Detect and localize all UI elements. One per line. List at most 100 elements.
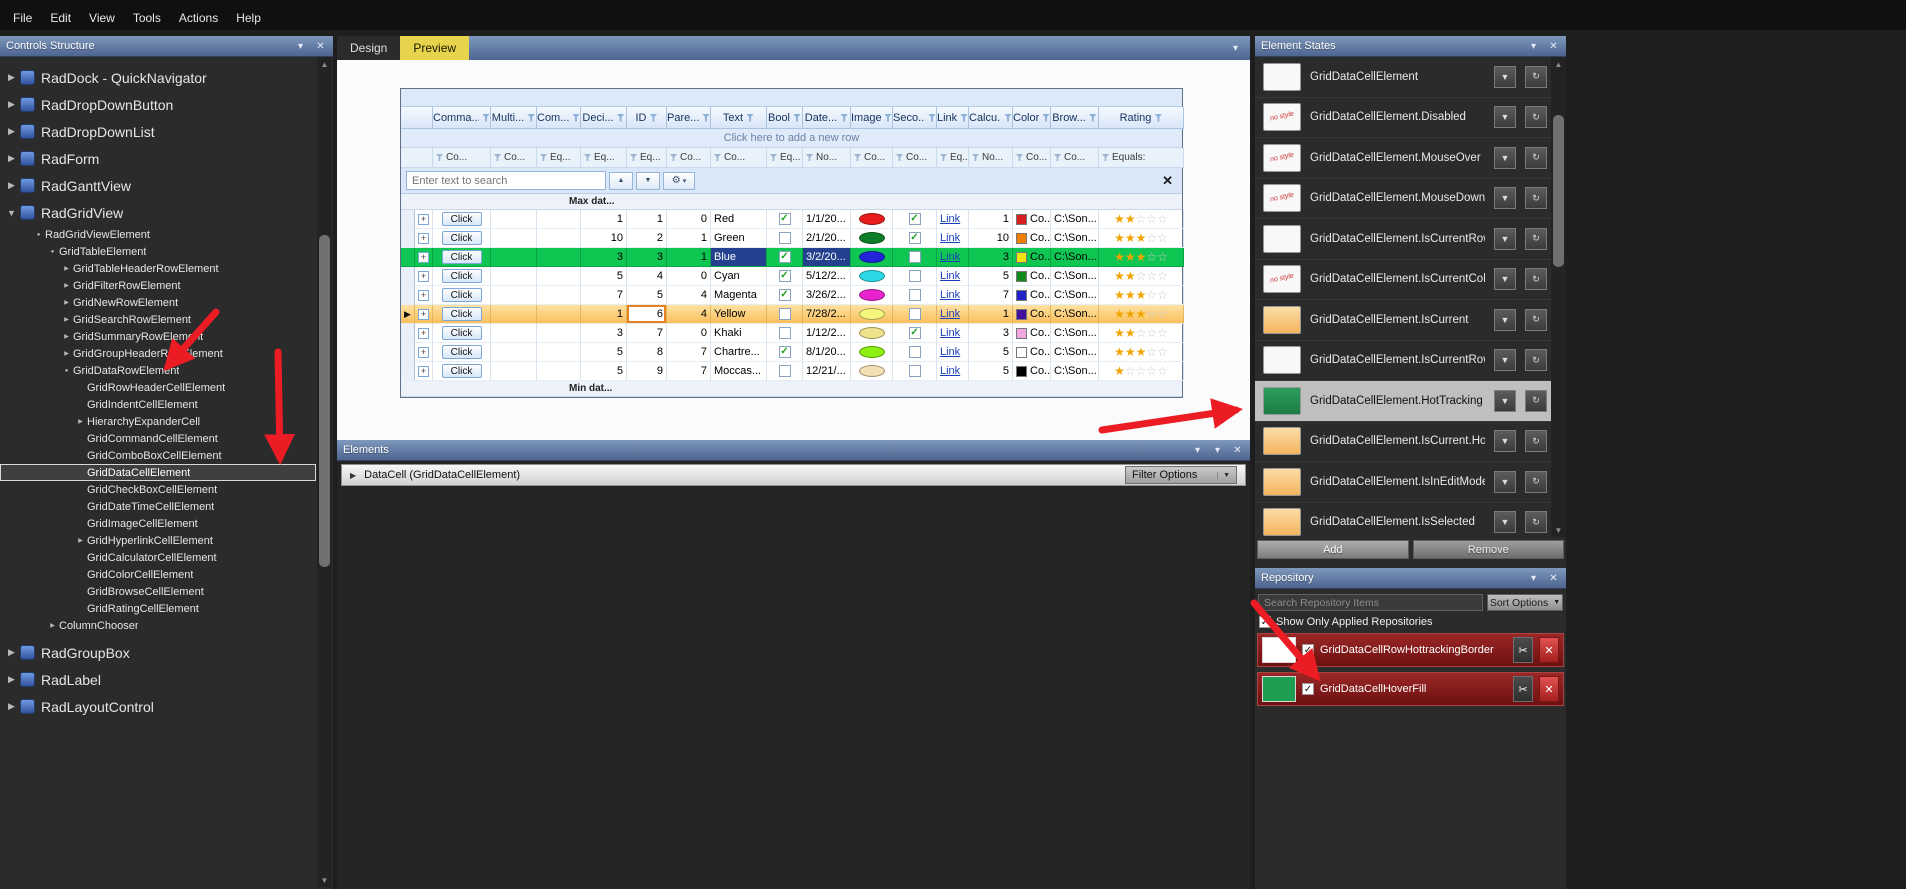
tree-item-gridfilterrowelement[interactable]: ▶ GridFilterRowElement [0, 277, 316, 294]
grid-row[interactable]: ▶ + Click 1 6 4 Yellow 7/28/2... Link 1 Co... C:\So… [401, 305, 1184, 324]
column-header-date[interactable]: Date... [803, 107, 851, 129]
click-button[interactable]: Click [441, 307, 482, 321]
grid-cell-calcu[interactable]: 5 [969, 343, 1013, 362]
grid-cell-seco[interactable] [893, 362, 937, 381]
grid-cell-id[interactable]: 4 [627, 267, 667, 286]
expander-expanded-icon[interactable]: ● [60, 368, 73, 374]
grid-cell-rating[interactable]: ★ ☆ ☆ ☆ ☆ [1099, 362, 1184, 381]
grid-cell-text[interactable]: Red [711, 210, 767, 229]
grid-cell-com[interactable] [537, 229, 581, 248]
repository-search-input[interactable] [1258, 594, 1483, 611]
rating-stars[interactable]: ★ ★ ★ ☆ ☆ [1114, 289, 1168, 301]
expander-collapsed-icon[interactable]: ▶ [60, 333, 73, 340]
checkbox-unchecked[interactable] [778, 232, 791, 244]
chevron-down-icon[interactable]: ▾ [294, 40, 307, 53]
tree-item-radganttview[interactable]: ▶ RadGanttView [0, 172, 316, 199]
state-item-griddatacellelement-mouseover[interactable]: no style GridDataCellElement.MouseOver ▼ ↻ [1255, 138, 1551, 179]
state-sync-button[interactable]: ↻ [1525, 389, 1547, 412]
link-cell-text[interactable]: Link [940, 270, 960, 282]
tree-item-gridcomboboxcellelement[interactable]: GridComboBoxCellElement [0, 447, 316, 464]
filter-cell-command[interactable]: Co... [433, 148, 491, 168]
grid-cell-image[interactable] [851, 305, 893, 324]
column-header-seco[interactable]: Seco... [893, 107, 937, 129]
link-cell-text[interactable]: Link [940, 251, 960, 263]
click-button[interactable]: Click [441, 212, 482, 226]
grid-cell-color[interactable]: Co... [1013, 343, 1051, 362]
checkbox-checked[interactable]: ✓ [908, 232, 921, 244]
remove-button[interactable]: Remove [1412, 540, 1564, 559]
grid-cell-multi[interactable] [491, 210, 537, 229]
grid-cell-calcu[interactable]: 7 [969, 286, 1013, 305]
tree-item-gridcommandcellelement[interactable]: GridCommandCellElement [0, 430, 316, 447]
expander-expanded-icon[interactable]: ● [46, 249, 59, 255]
grid-cell-bool[interactable]: ✓ [767, 248, 803, 267]
state-sync-button[interactable]: ↻ [1525, 308, 1547, 331]
grid-cell-image[interactable] [851, 267, 893, 286]
grid-cell-text[interactable]: Yellow [711, 305, 767, 324]
grid-cell-color[interactable]: Co... [1013, 362, 1051, 381]
grid-cell-color[interactable]: Co... [1013, 324, 1051, 343]
checkbox-unchecked[interactable] [778, 327, 791, 339]
tree-item-raddock-quicknavigator[interactable]: ▶ RadDock - QuickNavigator [0, 64, 316, 91]
row-header-cell[interactable] [401, 267, 415, 286]
filter-cell-id[interactable]: Eq... [627, 148, 667, 168]
search-options-button[interactable]: ⚙ ▾ [663, 171, 695, 190]
tree-item-gridcolorcellelement[interactable]: GridColorCellElement [0, 566, 316, 583]
grid-cell-bool[interactable] [767, 362, 803, 381]
filter-funnel-icon[interactable] [702, 113, 710, 122]
grid-cell-seco[interactable]: ✓ [893, 210, 937, 229]
state-sync-button[interactable]: ↻ [1525, 187, 1547, 210]
filter-cell-brow[interactable]: Co... [1051, 148, 1099, 168]
tree-item-radgroupbox[interactable]: ▶ RadGroupBox [0, 639, 316, 666]
grid-cell-date[interactable]: 8/1/20... [803, 343, 851, 362]
expand-plus-icon[interactable]: + [418, 270, 429, 282]
tab-preview[interactable]: Preview [400, 36, 470, 60]
grid-cell-com[interactable] [537, 267, 581, 286]
grid-cell-com[interactable] [537, 343, 581, 362]
column-header-command[interactable]: Comma... [433, 107, 491, 129]
grid-cell-image[interactable] [851, 362, 893, 381]
link-cell-text[interactable]: Link [940, 232, 960, 244]
expand-plus-icon[interactable]: + [418, 346, 429, 358]
tree-item-radgridviewelement[interactable]: ● RadGridViewElement [0, 226, 316, 243]
filter-cell-calcu[interactable]: No... [969, 148, 1013, 168]
row-expander-cell[interactable]: + [415, 267, 433, 286]
grid-cell-pare[interactable]: 4 [667, 305, 711, 324]
grid-cell-bool[interactable]: ✓ [767, 210, 803, 229]
grid-cell-pare[interactable]: 0 [667, 324, 711, 343]
checkbox-unchecked[interactable] [908, 365, 921, 377]
state-dropdown-button[interactable]: ▼ [1494, 389, 1516, 412]
delete-button[interactable]: ✕ [1539, 676, 1559, 702]
expand-plus-icon[interactable]: + [418, 289, 429, 301]
checkbox-checked[interactable]: ✓ [778, 251, 791, 263]
expander-expanded-icon[interactable]: ● [32, 232, 45, 238]
column-header-com[interactable]: Com... [537, 107, 581, 129]
expander-collapsed-icon[interactable]: ▶ [5, 180, 18, 191]
filter-funnel-icon[interactable] [1042, 113, 1050, 122]
row-expander-cell[interactable]: + [415, 324, 433, 343]
expander-collapsed-icon[interactable]: ▶ [60, 265, 73, 272]
filter-funnel-icon[interactable] [960, 113, 968, 122]
row-expander-cell[interactable]: + [415, 343, 433, 362]
row-header-cell[interactable] [401, 362, 415, 381]
column-header-link[interactable]: Link [937, 107, 969, 129]
menu-item-tools[interactable]: Tools [124, 8, 170, 28]
state-dropdown-button[interactable]: ▼ [1494, 187, 1516, 210]
filter-funnel-icon[interactable] [884, 113, 892, 122]
state-dropdown-button[interactable]: ▼ [1494, 349, 1516, 372]
grid-cell-rating[interactable]: ★ ★ ★ ☆ ☆ [1099, 286, 1184, 305]
filter-funnel-icon[interactable] [1088, 113, 1097, 122]
column-header-text[interactable]: Text [711, 107, 767, 129]
expander-collapsed-icon[interactable]: ▶ [5, 153, 18, 164]
filter-funnel-icon[interactable] [928, 113, 936, 122]
grid-cell-link[interactable]: Link [937, 210, 969, 229]
grid-cell-deci[interactable]: 3 [581, 324, 627, 343]
grid-cell-pare[interactable]: 0 [667, 267, 711, 286]
grid-cell-link[interactable]: Link [937, 305, 969, 324]
state-sync-button[interactable]: ↻ [1525, 349, 1547, 372]
rating-stars[interactable]: ★ ☆ ☆ ☆ ☆ [1114, 365, 1168, 377]
grid-cell-date[interactable]: 3/26/2... [803, 286, 851, 305]
grid-cell-image[interactable] [851, 210, 893, 229]
link-cell-text[interactable]: Link [940, 308, 960, 320]
checkbox-checked[interactable]: ✓ [778, 270, 791, 282]
